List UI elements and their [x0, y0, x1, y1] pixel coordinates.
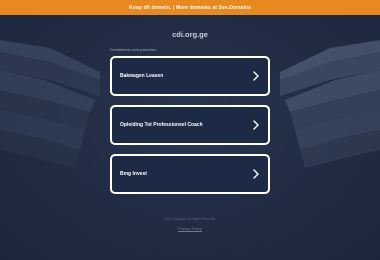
chevron-right-icon: [253, 120, 259, 130]
copyright-text: 2025 Copyright. All Rights Reserved.: [163, 217, 217, 221]
top-banner[interactable]: Koop dit domein. | More domains at See.D…: [0, 0, 380, 15]
related-searches-label: Gerelateerde zoekopdrachten: [110, 48, 157, 52]
related-link-label: Bmg Invest: [120, 171, 147, 177]
related-link-label: Opleiding Tot Professioneel Coach: [120, 122, 203, 128]
privacy-policy-link[interactable]: Privacy Policy: [0, 227, 380, 231]
chevron-right-icon: [253, 169, 259, 179]
related-link-label: Bakwagen Leasen: [120, 73, 164, 79]
related-link-bmg-invest[interactable]: Bmg Invest: [110, 154, 270, 194]
related-link-bakwagen-leasen[interactable]: Bakwagen Leasen: [110, 56, 270, 96]
chevron-right-icon: [253, 71, 259, 81]
related-link-opleiding-coach[interactable]: Opleiding Tot Professioneel Coach: [110, 105, 270, 145]
domain-title: cdi.org.ge: [172, 30, 208, 39]
top-banner-text[interactable]: Koop dit domein. | More domains at See.D…: [129, 5, 251, 11]
